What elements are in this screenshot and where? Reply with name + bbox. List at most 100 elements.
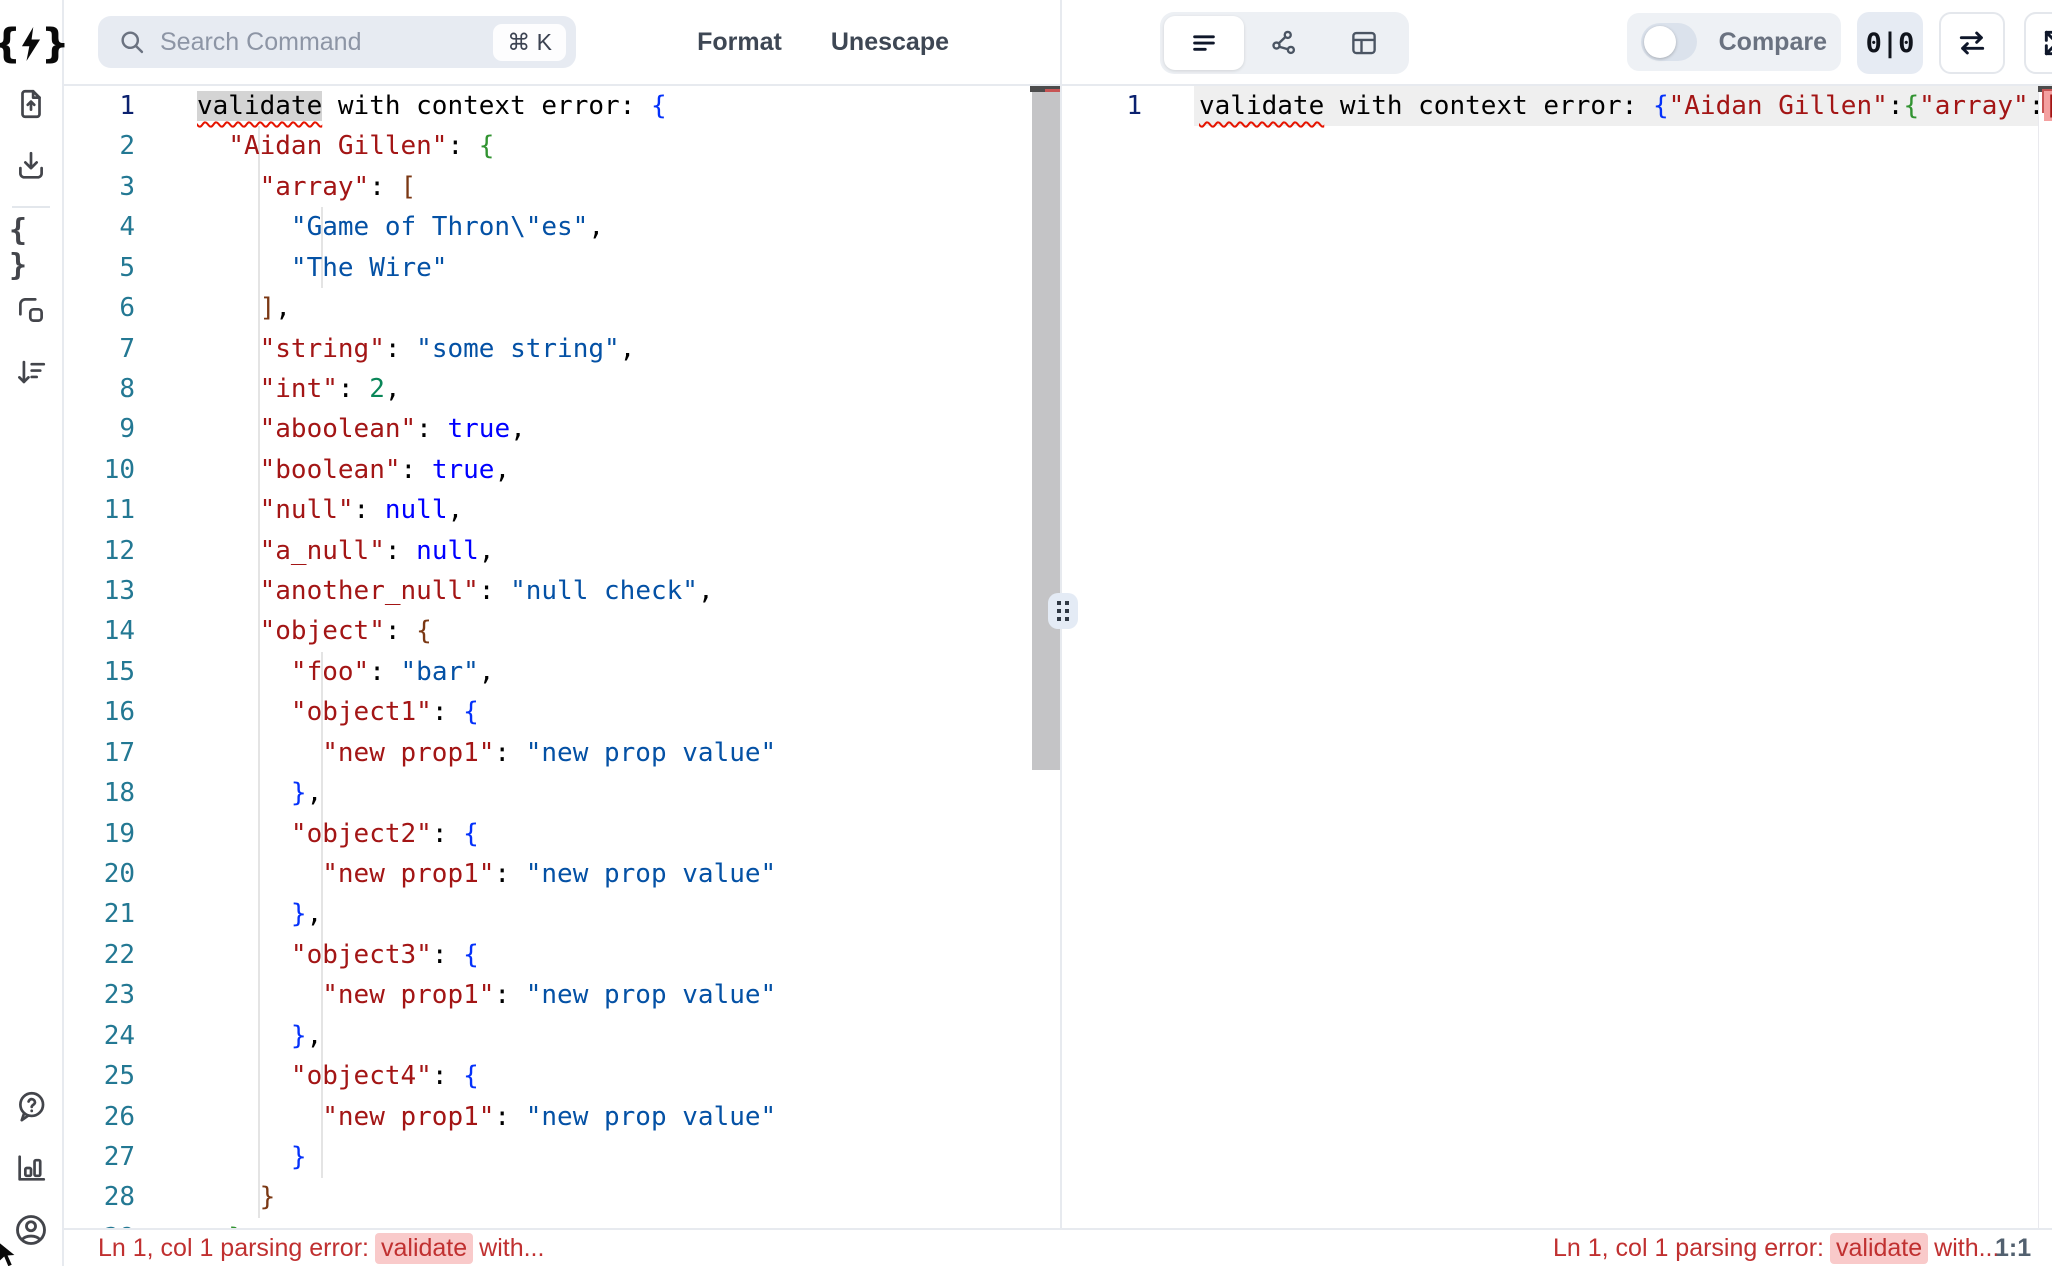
- cursor-position: 1:1: [1995, 1230, 2031, 1266]
- code-line[interactable]: 27 }: [64, 1137, 1060, 1177]
- code-line[interactable]: 3 "array": [: [64, 167, 1060, 207]
- icon-sidebar: {} { }: [0, 0, 64, 1266]
- app-logo[interactable]: {}: [0, 24, 69, 64]
- diff-icon: 0|0: [1866, 28, 1915, 59]
- code-line[interactable]: 1validate with context error: {: [64, 86, 1060, 126]
- line-number: 2: [64, 126, 152, 166]
- code-line[interactable]: 26 "new prop1": "new prop value": [64, 1097, 1060, 1137]
- line-number: 10: [64, 450, 152, 490]
- code-line[interactable]: 28 }: [64, 1177, 1060, 1217]
- fullscreen-button[interactable]: [2024, 12, 2052, 74]
- mouse-cursor: [0, 1240, 22, 1266]
- code-line[interactable]: 14 "object": {: [64, 611, 1060, 651]
- line-number: 28: [64, 1177, 152, 1217]
- tree-view-icon: [1269, 28, 1299, 58]
- line-number: 12: [64, 531, 152, 571]
- code-line[interactable]: 29 }: [64, 1218, 1060, 1228]
- code-line[interactable]: 23 "new prop1": "new prop value": [64, 975, 1060, 1015]
- clone-icon: [14, 293, 48, 327]
- compare-label: Compare: [1719, 28, 1827, 57]
- code-line[interactable]: 7 "string": "some string",: [64, 329, 1060, 369]
- view-mode-text[interactable]: [1164, 16, 1244, 70]
- code-line[interactable]: 24 },: [64, 1016, 1060, 1056]
- view-mode-tree[interactable]: [1244, 16, 1324, 70]
- code-line[interactable]: 6 ],: [64, 288, 1060, 328]
- swap-arrows-icon: [1956, 27, 1988, 59]
- search-shortcut-badge: ⌘ K: [493, 24, 566, 61]
- code-line[interactable]: 5 "The Wire": [64, 248, 1060, 288]
- download-icon: [14, 149, 48, 183]
- line-number: 15: [64, 652, 152, 692]
- unescape-button[interactable]: Unescape: [831, 28, 949, 57]
- code-line[interactable]: 18 },: [64, 773, 1060, 813]
- line-number: 6: [64, 288, 152, 328]
- code-line[interactable]: 9 "aboolean": true,: [64, 409, 1060, 449]
- app-window: {} { }: [0, 0, 2052, 1266]
- code-line[interactable]: 2 "Aidan Gillen": {: [64, 126, 1060, 166]
- code-line[interactable]: 4 "Game of Thron\"es",: [64, 207, 1060, 247]
- status-left: Ln 1, col 1 parsing error: validate with…: [98, 1230, 544, 1266]
- search-placeholder: Search Command: [160, 28, 493, 57]
- code-line[interactable]: 25 "object4": {: [64, 1056, 1060, 1096]
- code-line[interactable]: 19 "object2": {: [64, 814, 1060, 854]
- code-line[interactable]: 22 "object3": {: [64, 935, 1060, 975]
- code-line[interactable]: 8 "int": 2,: [64, 369, 1060, 409]
- scrollbar-track: [2038, 86, 2039, 1228]
- line-number: 8: [64, 369, 152, 409]
- swap-panes-button[interactable]: [1939, 12, 2005, 74]
- view-mode-table[interactable]: [1324, 16, 1404, 70]
- line-number: 26: [64, 1097, 152, 1137]
- sort-descending-icon: [14, 355, 48, 389]
- line-number: 17: [64, 733, 152, 773]
- line-number: 24: [64, 1016, 152, 1056]
- line-number: 23: [64, 975, 152, 1015]
- line-number: 7: [64, 329, 152, 369]
- braces-icon: { }: [9, 213, 53, 283]
- view-mode-segmented-control: [1160, 12, 1409, 74]
- code-line[interactable]: 15 "foo": "bar",: [64, 652, 1060, 692]
- code-line[interactable]: 11 "null": null,: [64, 490, 1060, 530]
- json-editor-right[interactable]: 1validate with context error: {"Aidan Gi…: [1064, 86, 2052, 1228]
- table-view-icon: [1349, 28, 1379, 58]
- bar-chart-icon: [14, 1151, 48, 1185]
- code-line[interactable]: 16 "object1": {: [64, 692, 1060, 732]
- stats-button[interactable]: [9, 1146, 53, 1190]
- code-line[interactable]: 21 },: [64, 894, 1060, 934]
- line-number: 13: [64, 571, 152, 611]
- download-button[interactable]: [9, 144, 53, 188]
- line-number: 18: [64, 773, 152, 813]
- line-number: 27: [64, 1137, 152, 1177]
- search-command-input[interactable]: Search Command ⌘ K: [98, 16, 576, 68]
- line-number: 22: [64, 935, 152, 975]
- line-number: 1: [1064, 86, 1160, 126]
- compare-toggle[interactable]: [1641, 23, 1697, 61]
- right-pane-toolbar: Compare 0|0: [1126, 0, 2052, 84]
- code-line[interactable]: 20 "new prop1": "new prop value": [64, 854, 1060, 894]
- pane-resize-handle[interactable]: [1048, 593, 1078, 629]
- search-icon: [118, 28, 146, 56]
- clone-compare-button[interactable]: [9, 288, 53, 332]
- lightning-bolt-icon: [20, 27, 42, 61]
- line-number: 16: [64, 692, 152, 732]
- code-line[interactable]: 1validate with context error: {"Aidan Gi…: [1064, 86, 2052, 126]
- file-upload-button[interactable]: [9, 82, 53, 126]
- line-number: 20: [64, 854, 152, 894]
- sort-button[interactable]: [9, 350, 53, 394]
- format-button[interactable]: Format: [697, 28, 782, 57]
- code-line[interactable]: 13 "another_null": "null check",: [64, 571, 1060, 611]
- status-error-token: validate: [1830, 1233, 1928, 1264]
- line-number: 9: [64, 409, 152, 449]
- vertical-scrollbar[interactable]: [1032, 92, 1060, 770]
- fullscreen-icon: [2041, 27, 2052, 59]
- line-number: 5: [64, 248, 152, 288]
- json-tools-button[interactable]: { }: [9, 226, 53, 270]
- sidebar-divider: [12, 206, 50, 208]
- code-line[interactable]: 12 "a_null": null,: [64, 531, 1060, 571]
- code-line[interactable]: 10 "boolean": true,: [64, 450, 1060, 490]
- json-editor-left[interactable]: 1validate with context error: {2 "Aidan …: [64, 86, 1060, 1228]
- code-line[interactable]: 17 "new prop1": "new prop value": [64, 733, 1060, 773]
- help-icon: [14, 1089, 48, 1123]
- side-by-side-diff-button[interactable]: 0|0: [1857, 12, 1923, 74]
- compare-control: Compare: [1627, 13, 1841, 71]
- help-button[interactable]: [9, 1084, 53, 1128]
